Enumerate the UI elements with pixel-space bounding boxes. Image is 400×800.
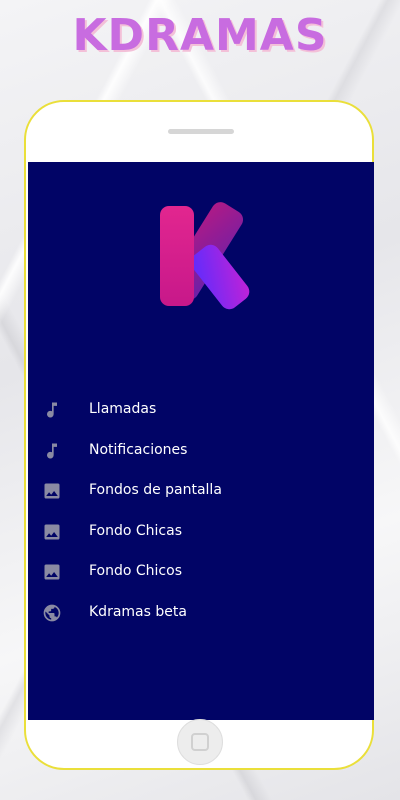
- home-square-icon: [191, 733, 209, 751]
- image-icon: [44, 483, 60, 499]
- menu-item-kdramas-beta[interactable]: Kdramas beta: [28, 593, 374, 634]
- image-icon: [44, 564, 60, 580]
- app-screen: Llamadas Notificaciones Fondos de pantal…: [28, 162, 374, 720]
- menu-item-notificaciones[interactable]: Notificaciones: [28, 431, 374, 472]
- menu-item-label: Kdramas beta: [89, 603, 187, 620]
- menu-item-label: Fondo Chicos: [89, 563, 182, 580]
- home-button[interactable]: [177, 719, 223, 765]
- menu-item-label: Llamadas: [89, 401, 157, 417]
- menu-item-llamadas[interactable]: Llamadas: [28, 390, 374, 431]
- menu-item-label: Fondos de pantalla: [89, 482, 222, 499]
- music-note-icon: [47, 402, 57, 418]
- menu-item-fondo-chicos[interactable]: Fondo Chicos: [28, 552, 374, 593]
- image-icon: [44, 524, 60, 540]
- app-title: KDRAMAS: [72, 10, 328, 61]
- menu-item-fondo-chicas[interactable]: Fondo Chicas: [28, 512, 374, 553]
- kdramas-logo: [160, 202, 250, 310]
- menu-item-label: Fondo Chicas: [89, 522, 183, 539]
- menu-item-label: Notificaciones: [89, 441, 188, 458]
- phone-frame: Llamadas Notificaciones Fondos de pantal…: [24, 100, 374, 770]
- music-note-icon: [47, 443, 57, 459]
- menu-item-fondos-de-pantalla[interactable]: Fondos de pantalla: [28, 471, 374, 512]
- nav-menu: Llamadas Notificaciones Fondos de pantal…: [28, 390, 374, 634]
- phone-speaker: [168, 129, 234, 134]
- globe-icon: [43, 604, 61, 622]
